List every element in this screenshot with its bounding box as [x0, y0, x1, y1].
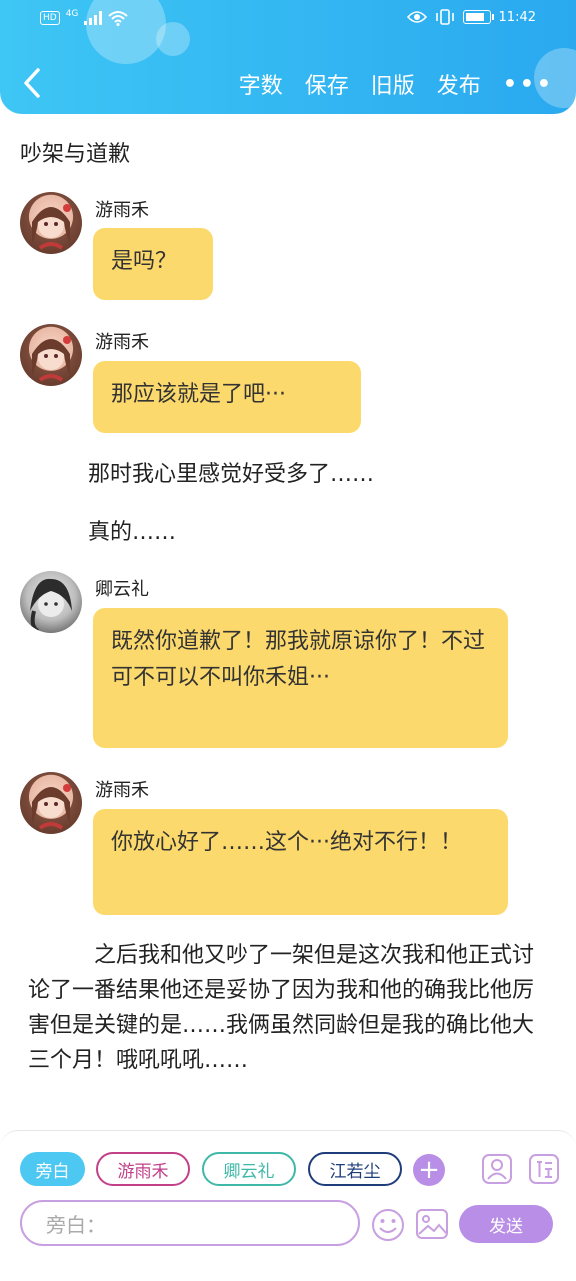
status-bar: HD 4G 11:42: [0, 0, 576, 40]
image-icon[interactable]: [415, 1207, 449, 1241]
sender-name: 游雨禾: [95, 780, 149, 801]
send-button[interactable]: 发送: [459, 1205, 553, 1243]
sender-name: 卿云礼: [95, 579, 149, 600]
signal-icon: [84, 11, 103, 25]
character-icon[interactable]: [481, 1153, 513, 1185]
save-button[interactable]: 保存: [305, 68, 349, 100]
role-chip-qing-yunli[interactable]: 卿云礼: [202, 1152, 296, 1186]
sender-name: 游雨禾: [95, 332, 149, 353]
avatar[interactable]: [20, 571, 82, 633]
old-version-button[interactable]: 旧版: [371, 68, 415, 100]
document-title[interactable]: 吵架与道歉: [20, 136, 130, 168]
publish-button[interactable]: 发布: [437, 68, 481, 100]
more-icon[interactable]: •••: [503, 72, 554, 97]
network-type: 4G: [65, 9, 79, 19]
role-chip-jiang-ruochen[interactable]: 江若尘: [308, 1152, 402, 1186]
narration-line[interactable]: 真的……: [88, 514, 176, 546]
back-arrow-icon[interactable]: [18, 66, 48, 100]
avatar[interactable]: [20, 772, 82, 834]
sender-name: 游雨禾: [95, 200, 149, 221]
narration-paragraph[interactable]: 之后我和他又吵了一架但是这次我和他正式讨论了一番结果他还是妥协了因为我和他的确我…: [28, 938, 538, 1078]
plus-icon: +: [418, 1155, 440, 1185]
eye-comfort-icon: [406, 11, 427, 23]
avatar[interactable]: [20, 324, 82, 386]
clock: 11:42: [498, 9, 536, 25]
message-bubble[interactable]: 既然你道歉了！那我就原谅你了！不过可不可以不叫你禾姐···: [93, 608, 508, 748]
role-chip-you-yuhe[interactable]: 游雨禾: [96, 1152, 190, 1186]
vibrate-icon: [435, 9, 454, 25]
message-bubble[interactable]: 你放心好了……这个···绝对不行！！: [93, 809, 508, 915]
hd-badge: HD: [40, 11, 60, 25]
word-count-button[interactable]: 字数: [239, 68, 283, 100]
message-input[interactable]: 旁白：: [20, 1200, 360, 1246]
message-bubble[interactable]: 那应该就是了吧···: [93, 361, 361, 433]
avatar[interactable]: [20, 192, 82, 254]
input-placeholder: 旁白：: [46, 1212, 106, 1237]
nav-bar: 字数 保存 旧版 发布 •••: [0, 56, 576, 112]
add-role-button[interactable]: +: [413, 1154, 445, 1186]
app-header: HD 4G 11:42 字数 保存 旧版 发布 •••: [0, 0, 576, 114]
wifi-icon: [108, 11, 129, 26]
tag-icon[interactable]: [528, 1153, 560, 1185]
emoji-icon[interactable]: [370, 1207, 406, 1243]
battery-icon: [462, 10, 494, 24]
message-bubble[interactable]: 是吗？: [93, 228, 213, 300]
narration-line[interactable]: 那时我心里感觉好受多了……: [88, 456, 374, 488]
role-chip-narrator[interactable]: 旁白: [20, 1152, 85, 1186]
